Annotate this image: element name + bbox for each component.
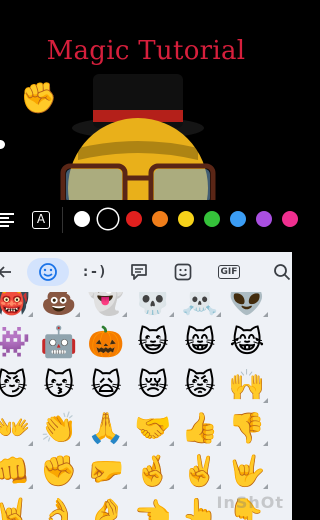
emoji-key[interactable]: ✊	[36, 452, 82, 492]
bitmoji-icon	[174, 263, 192, 281]
emoji-key[interactable]: 👍	[177, 409, 223, 449]
editor-canvas[interactable]: Magic Tutorial ✊	[0, 0, 292, 200]
emoji-key[interactable]: 😺	[130, 323, 176, 363]
emoji-key[interactable]: 🤟	[224, 452, 270, 492]
gif-label: GIF	[217, 265, 241, 279]
emoticon-label: :-)	[81, 264, 107, 280]
title-text-layer[interactable]: Magic Tutorial	[0, 36, 292, 66]
color-swatch-white[interactable]	[74, 211, 90, 227]
emoji-key[interactable]: ☠️	[177, 292, 223, 320]
emoji-key[interactable]: 👻	[83, 292, 129, 320]
emoji-key[interactable]: 👎	[224, 409, 270, 449]
toolbar-divider	[62, 207, 63, 233]
text-style-toolbar: A	[0, 200, 298, 240]
emoji-key[interactable]: 😹	[224, 323, 270, 363]
emoji-key[interactable]: 👏	[36, 409, 82, 449]
fist-sticker[interactable]: ✊	[20, 84, 57, 114]
magician-emoji-sticker[interactable]	[58, 70, 218, 200]
font-style-icon[interactable]: A	[32, 211, 50, 229]
sticker-icon	[131, 264, 147, 280]
text-align-icon[interactable]	[0, 211, 14, 229]
emoticon-tab[interactable]: :-)	[79, 258, 109, 286]
emoji-key[interactable]: 🎃	[83, 323, 129, 363]
emoji-key[interactable]: 🤛	[83, 452, 129, 492]
emoji-key[interactable]: 💀	[130, 292, 176, 320]
emoji-key[interactable]: 😾	[177, 366, 223, 406]
emoji-key[interactable]: 😿	[130, 366, 176, 406]
color-swatch-blue[interactable]	[230, 211, 246, 227]
bitmoji-tab[interactable]	[168, 258, 198, 286]
emoji-key[interactable]: 🙌	[224, 366, 270, 406]
emoji-key[interactable]: 👽	[224, 292, 270, 320]
emoji-key[interactable]: 🙀	[83, 366, 129, 406]
emoji-key[interactable]: 👐	[0, 409, 35, 449]
emoji-grid: 👹 💩 👻 💀 ☠️ 👽 👾 🤖 🎃 😺 😸 😹 😼 😽 🙀 😿 😾 🙌 👐 👏 🙏 🤝 👍 👎 👊 ✊ 🤛 🤞 ✌️ 🤟 🤘 👌 🤌 👈 👆 👇 In…	[0, 292, 292, 520]
inshot-watermark: InShOt	[216, 493, 284, 512]
gif-tab[interactable]: GIF	[213, 258, 245, 286]
color-swatch-purple[interactable]	[256, 211, 272, 227]
color-swatch-orange[interactable]	[152, 211, 168, 227]
color-swatch-yellow[interactable]	[178, 211, 194, 227]
resize-handle[interactable]	[0, 140, 5, 149]
emoji-key[interactable]: 🙏	[83, 409, 129, 449]
emoji-key[interactable]: 👈	[130, 495, 176, 520]
emoji-key[interactable]: 🤘	[0, 495, 35, 520]
emoji-tab[interactable]	[27, 258, 69, 286]
emoji-key[interactable]: 🤖	[36, 323, 82, 363]
emoji-key[interactable]: 🤌	[83, 495, 129, 520]
emoji-key[interactable]: 💩	[36, 292, 82, 320]
emoji-key[interactable]: 👹	[0, 292, 35, 320]
emoji-key[interactable]: 👊	[0, 452, 35, 492]
smiley-icon	[39, 263, 57, 281]
color-swatch-red[interactable]	[126, 211, 142, 227]
emoji-key[interactable]: 🤝	[130, 409, 176, 449]
color-swatch-pink[interactable]	[282, 211, 298, 227]
emoji-key[interactable]: 😽	[36, 366, 82, 406]
emoji-key[interactable]: 👌	[36, 495, 82, 520]
emoji-key[interactable]: 😼	[0, 366, 35, 406]
emoji-key[interactable]: 😸	[177, 323, 223, 363]
color-swatch-black[interactable]	[100, 211, 116, 227]
keyboard-category-bar: :-) GIF	[0, 252, 292, 292]
back-arrow-icon[interactable]	[0, 258, 14, 286]
emoji-key[interactable]: 🤞	[130, 452, 176, 492]
emoji-key[interactable]: 👾	[0, 323, 35, 363]
search-icon[interactable]	[270, 258, 294, 286]
color-swatch-green[interactable]	[204, 211, 220, 227]
emoji-key[interactable]: ✌️	[177, 452, 223, 492]
sticker-tab[interactable]	[124, 258, 154, 286]
